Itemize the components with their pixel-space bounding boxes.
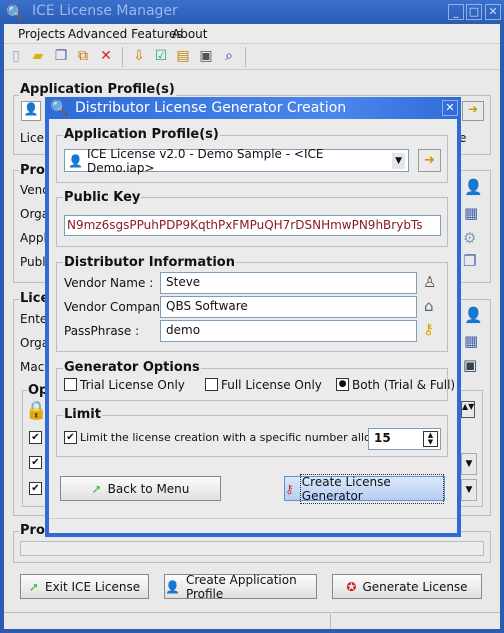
open-folder-icon[interactable]: ▰ <box>29 47 47 65</box>
back-arrow-icon: ➚ <box>91 481 102 496</box>
limit-label: Limit the license creation with a specif… <box>80 431 401 444</box>
create-application-profile-button[interactable]: 👤 Create Application Profile <box>164 572 317 601</box>
house-icon: ⌂ <box>424 297 434 315</box>
button-label: Generate License <box>362 579 468 594</box>
delete-icon[interactable]: ✕ <box>97 47 115 65</box>
app-icon: 🔍 <box>50 99 69 117</box>
computer-icon[interactable]: ▣ <box>197 47 215 65</box>
option-label: Full License Only <box>221 378 322 392</box>
open-profile-button[interactable]: ➜ <box>462 101 484 121</box>
progress-bar <box>20 541 484 556</box>
key-icon: ⚷ <box>423 320 434 338</box>
checklist-icon[interactable]: ☑ <box>152 47 170 65</box>
status-bar-left <box>4 612 331 629</box>
window-title: ICE License Manager <box>32 3 178 19</box>
limit-checkbox[interactable]: ✔ <box>64 431 77 444</box>
passphrase-label: PassPhrase : <box>64 324 140 338</box>
ribbon-check-icon: ✪ <box>346 579 357 594</box>
limit-value: 15 <box>374 431 391 445</box>
trial-only-checkbox[interactable] <box>64 378 77 391</box>
menu-projects[interactable]: Projects <box>18 27 65 41</box>
close-button[interactable]: ✕ <box>485 4 501 20</box>
dialog-status-divider <box>49 518 457 519</box>
bg-checkbox[interactable]: ✔ <box>29 431 42 444</box>
profile-select-value: ICE License v2.0 - Demo Sample - <ICE De… <box>86 146 324 175</box>
menu-advanced-features[interactable]: Advanced Features <box>68 27 183 41</box>
bg-app-profile-title: Application Profile(s) <box>19 82 176 97</box>
user-icon[interactable]: 👤 <box>464 306 483 324</box>
bg-spinner[interactable]: ▲▼ <box>461 401 475 418</box>
chevron-down-icon[interactable]: ▼ <box>392 152 405 169</box>
button-label: Back to Menu <box>107 481 190 496</box>
vendor-name-label: Vendor Name : <box>64 276 154 290</box>
search-icon[interactable]: ⌕ <box>220 47 238 65</box>
spinner-arrows-icon[interactable]: ▲ ▼ <box>423 431 438 447</box>
bg-checkbox[interactable]: ✔ <box>29 456 42 469</box>
passphrase-input[interactable]: demo <box>160 320 417 342</box>
back-to-menu-button[interactable]: ➚ Back to Menu <box>60 476 221 501</box>
group-title: Distributor Information <box>63 255 236 270</box>
dialog-title: Distributor License Generator Creation <box>75 100 347 116</box>
keys-icon: ⚷ <box>285 481 294 496</box>
package-icon[interactable]: ▤ <box>174 47 192 65</box>
vendor-company-input[interactable]: QBS Software <box>160 296 417 318</box>
copy-icon[interactable]: ❐ <box>52 47 70 65</box>
profile-icon: 👤 <box>21 101 41 121</box>
computer-icon[interactable]: ▣ <box>463 356 477 374</box>
vendor-company-label: Vendor Company : <box>64 300 175 314</box>
back-arrow-icon: ➚ <box>28 579 39 594</box>
profile-select[interactable]: 👤 ICE License v2.0 - Demo Sample - <ICE D… <box>64 146 409 175</box>
app-icon: 🔍 <box>6 4 25 22</box>
vendor-name-input[interactable]: Steve <box>160 272 417 294</box>
both-checkbox[interactable]: ● <box>336 378 349 391</box>
generate-license-button[interactable]: ✪ Generate License <box>332 574 482 599</box>
option-label: Both (Trial & Full) <box>352 378 456 392</box>
create-license-generator-button[interactable]: ⚷ Create License Generator <box>284 473 445 504</box>
person-icon: ♙ <box>423 273 437 291</box>
group-title: Public Key <box>63 190 142 205</box>
bg-dropdown[interactable]: ▼ <box>461 479 477 501</box>
exit-button[interactable]: ➚ Exit ICE License <box>20 574 149 599</box>
group-title: Application Profile(s) <box>63 127 220 142</box>
menu-about[interactable]: About <box>172 27 207 41</box>
button-label: Exit ICE License <box>44 579 141 594</box>
copy-icon[interactable]: ❐ <box>463 252 476 270</box>
profile-icon: 👤 <box>165 579 180 594</box>
minimize-button[interactable]: _ <box>448 4 464 20</box>
status-bar-right <box>332 612 500 629</box>
button-label: Create Application Profile <box>185 572 297 601</box>
open-profile-button[interactable]: ➜ <box>418 149 441 172</box>
bg-dropdown[interactable]: ▼ <box>461 453 477 475</box>
new-icon[interactable]: ▯ <box>7 47 25 65</box>
building-icon[interactable]: ▦ <box>464 204 478 222</box>
building-icon[interactable]: ▦ <box>464 332 478 350</box>
toolbar-separator <box>122 47 123 67</box>
option-label: Trial License Only <box>80 378 185 392</box>
user-icon[interactable]: 👤 <box>464 178 483 196</box>
maximize-button[interactable]: □ <box>466 4 482 20</box>
group-title: Generator Options <box>63 360 201 375</box>
button-label: Create License Generator <box>299 473 444 504</box>
profile-icon: 👤 <box>68 153 83 168</box>
settings-icon[interactable]: ⚙ <box>463 229 476 247</box>
toolbar-separator <box>245 47 246 67</box>
download-icon[interactable]: ⇩ <box>130 47 148 65</box>
public-key-field[interactable]: N9mz6sgsPPuhPDP9KqthPxFMPuQH7rDSNHmwPN9h… <box>64 215 441 236</box>
group-title: Limit <box>63 407 102 422</box>
dialog-close-button[interactable]: ✕ <box>442 100 458 116</box>
full-only-checkbox[interactable] <box>205 378 218 391</box>
import-icon[interactable]: ⧉ <box>74 47 92 65</box>
bg-checkbox[interactable]: ✔ <box>29 482 42 495</box>
